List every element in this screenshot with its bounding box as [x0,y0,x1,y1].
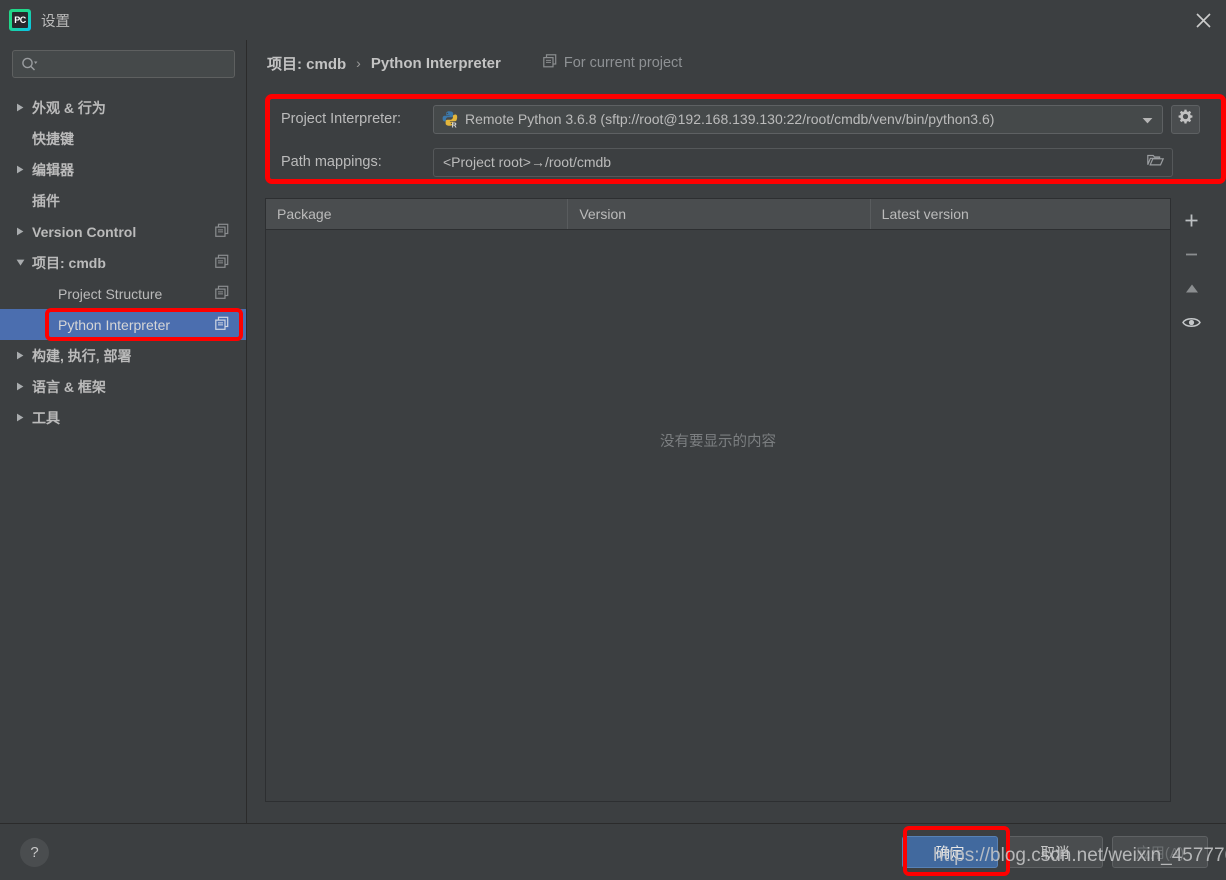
sidebar-item-tools[interactable]: 工具 [0,402,246,433]
chevron-down-icon [16,258,32,267]
column-header-version[interactable]: Version [568,199,871,229]
sidebar-item-project-structure[interactable]: Project Structure [0,278,246,309]
help-button[interactable]: ? [20,838,49,867]
interpreter-value: Remote Python 3.6.8 (sftp://root@192.168… [465,111,995,127]
sidebar-item-version-control[interactable]: Version Control [0,216,246,247]
interpreter-label: Project Interpreter: [281,111,402,127]
breadcrumb: 项目: cmdb › Python Interpreter For curren… [247,46,1226,80]
sidebar-item-label: 工具 [32,409,60,426]
sidebar-item-label: 快捷键 [32,130,74,147]
path-mappings-value: <Project root>→/root/cmdb [443,154,612,170]
chevron-right-icon [16,227,32,236]
sidebar-item-label: 项目: cmdb [32,254,106,271]
chevron-right-icon [16,382,32,391]
settings-tree: 外观 & 行为 快捷键 编辑器 插件 Version Control 项目: c… [0,92,246,433]
sidebar-item-appearance-behavior[interactable]: 外观 & 行为 [0,92,246,123]
sidebar-item-label: 编辑器 [32,161,74,178]
breadcrumb-project[interactable]: 项目: cmdb [267,53,346,74]
close-icon[interactable] [1180,0,1226,40]
project-scope-icon [543,54,557,72]
breadcrumb-page: Python Interpreter [370,54,501,72]
project-scope-icon [215,223,229,240]
python-remote-icon: R [441,110,459,129]
scope-indicator: For current project [543,54,682,72]
packages-table-body: 没有要显示的内容 [266,230,1170,801]
project-scope-icon [215,285,229,302]
upgrade-package-button[interactable] [1175,271,1209,305]
sidebar-item-label: 构建, 执行, 部署 [32,347,132,364]
interpreter-settings-button[interactable] [1171,104,1200,134]
add-package-button[interactable] [1175,203,1209,237]
column-header-latest-version[interactable]: Latest version [871,199,1170,229]
chevron-right-icon [16,165,32,174]
packages-area: Package Version Latest version 没有要显示的内容 [265,198,1212,802]
watermark-text: https://blog.csdn.net/weixin_45777669 [933,845,1226,866]
search-container [12,50,235,78]
search-box[interactable] [12,50,235,78]
pycharm-logo-icon: PC [9,9,31,31]
settings-sidebar: 外观 & 行为 快捷键 编辑器 插件 Version Control 项目: c… [0,40,247,823]
pycharm-logo-text: PC [12,12,28,28]
sidebar-item-label: Python Interpreter [58,316,171,333]
search-input[interactable] [42,56,212,72]
window-title: 设置 [41,13,70,30]
project-scope-icon [215,254,229,271]
chevron-right-icon [16,413,32,422]
chevron-down-icon[interactable] [1142,111,1153,127]
empty-state-message: 没有要显示的内容 [660,434,776,450]
sidebar-item-label: 外观 & 行为 [32,99,106,116]
breadcrumb-separator-icon: › [356,55,361,71]
interpreter-row: Project Interpreter: R Remote Python 3.6… [265,104,1212,134]
sidebar-item-label: 语言 & 框架 [32,378,106,395]
chevron-right-icon [16,103,32,112]
column-header-package[interactable]: Package [266,199,569,229]
sidebar-item-editor[interactable]: 编辑器 [0,154,246,185]
sidebar-item-project-cmdb[interactable]: 项目: cmdb [0,247,246,278]
svg-text:R: R [452,122,457,128]
folder-icon[interactable] [1147,154,1165,171]
path-mappings-row: Path mappings: <Project root>→/root/cmdb [265,147,1212,177]
packages-table-header: Package Version Latest version [266,199,1170,230]
packages-table: Package Version Latest version 没有要显示的内容 [265,198,1171,802]
settings-content: 项目: cmdb › Python Interpreter For curren… [247,40,1226,823]
path-mappings-input[interactable]: <Project root>→/root/cmdb [433,147,1173,177]
sidebar-item-label: Project Structure [58,285,163,302]
settings-dialog: PC 设置 外观 & 行为 快捷键 编辑器 插件 Version Control… [0,0,1226,880]
sidebar-item-python-interpreter[interactable]: Python Interpreter [0,309,246,340]
show-early-releases-button[interactable] [1175,305,1209,339]
remove-package-button[interactable] [1175,237,1209,271]
sidebar-item-build-execution-deployment[interactable]: 构建, 执行, 部署 [0,340,246,371]
interpreter-dropdown[interactable]: R Remote Python 3.6.8 (sftp://root@192.1… [433,104,1163,134]
interpreter-panel: Project Interpreter: R Remote Python 3.6… [265,94,1226,202]
title-bar: PC 设置 [0,0,1226,40]
sidebar-item-keymap[interactable]: 快捷键 [0,123,246,154]
search-icon [21,57,38,72]
sidebar-item-label: Version Control [32,223,137,240]
sidebar-item-languages-frameworks[interactable]: 语言 & 框架 [0,371,246,402]
gear-icon [1178,109,1193,129]
chevron-right-icon [16,351,32,360]
sidebar-item-plugins[interactable]: 插件 [0,185,246,216]
sidebar-item-label: 插件 [32,192,60,209]
path-mappings-label: Path mappings: [281,154,382,170]
project-scope-icon [215,316,229,333]
scope-label: For current project [563,55,683,71]
packages-toolbar [1171,198,1212,802]
